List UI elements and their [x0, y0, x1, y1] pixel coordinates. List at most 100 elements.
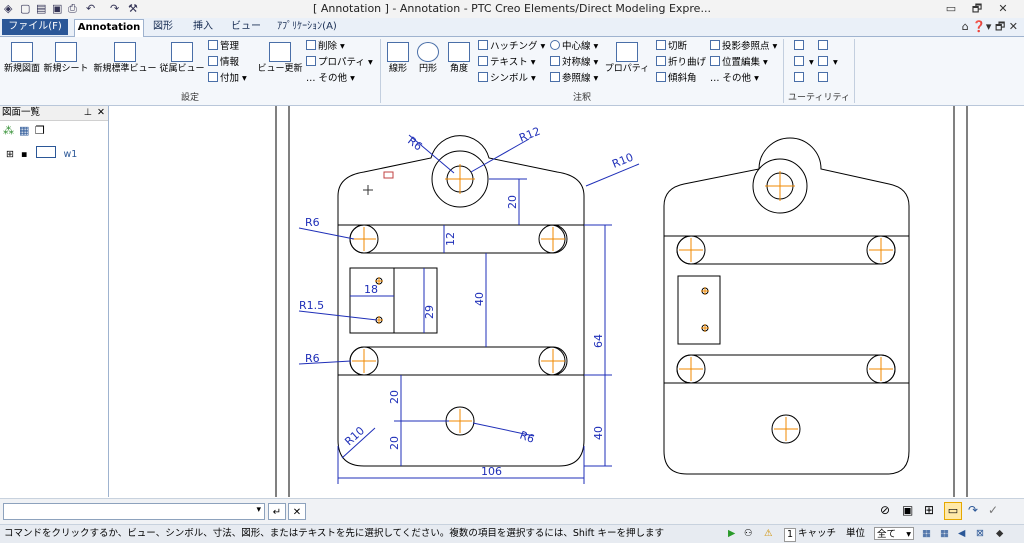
minimize-button[interactable]: ▭ [940, 1, 962, 17]
linear-dim-icon [387, 42, 409, 62]
catch-button[interactable]: キャッチ [798, 525, 836, 543]
restore-button[interactable]: 🗗 [966, 1, 988, 17]
sheet-view-icon[interactable]: ▦ [19, 124, 29, 137]
dim-106[interactable]: 106 [481, 465, 502, 478]
play-icon[interactable]: ▶ [728, 525, 735, 543]
tab-application[interactable]: ｱﾌﾟﾘｹｰｼｮﾝ(A) [272, 19, 342, 35]
main-view[interactable] [337, 135, 585, 467]
color-button[interactable]: ▾ [794, 56, 814, 70]
toggle-icon-a[interactable]: ▦ [922, 525, 931, 543]
chevron-down-icon[interactable]: ▾ [256, 505, 261, 515]
dim-r6-bottom[interactable]: R6 [518, 429, 536, 446]
measure-circle-icon[interactable]: ⊘ [880, 503, 890, 517]
cut-button[interactable]: 切断 [656, 40, 687, 54]
delete-button[interactable]: 削除 ▾ [306, 40, 345, 54]
dim-40-right[interactable]: 40 [592, 426, 605, 440]
property-button[interactable]: プロパティ ▾ [306, 56, 373, 70]
other-settings-button[interactable]: … その他 ▾ [306, 72, 355, 86]
info-button[interactable]: 情報 [208, 56, 239, 70]
layout-icon[interactable]: ⊞ [924, 503, 934, 517]
dim-r10-top[interactable]: R10 [610, 151, 635, 171]
new-drawing-button[interactable]: 新規図面 [2, 40, 42, 90]
dim-r6-left[interactable]: R6 [305, 216, 320, 229]
dim-12[interactable]: 12 [444, 232, 457, 246]
new-standard-view-button[interactable]: 新規標準ビュー [92, 40, 158, 90]
dim-40-mid[interactable]: 40 [473, 292, 486, 306]
dim-20-a[interactable]: 20 [388, 390, 401, 404]
title-bar: ◈ ▢ ▤ ▣ ⎙ ↶ ↷ ⚒ [ Annotation ] - Annotat… [0, 0, 1024, 19]
chevron-down-icon: ▾ [906, 529, 911, 540]
dim-r1-5[interactable]: R1.5 [299, 299, 324, 312]
check-icon[interactable]: ✓ [988, 503, 998, 517]
view-update-button[interactable]: ビュー更新 [256, 40, 304, 90]
close-panel-icon[interactable]: ✕ [97, 106, 105, 120]
manage-button[interactable]: 管理 [208, 40, 239, 54]
centerline-button[interactable]: 中心線 ▾ [550, 40, 598, 54]
angle-dim-button[interactable]: 角度 [444, 40, 474, 90]
warning-icon[interactable]: ⚠ [764, 525, 773, 543]
linear-dim-button[interactable]: 線形 [384, 40, 412, 90]
view-tool-icon[interactable]: ▣ [902, 503, 913, 517]
dim-r12[interactable]: R12 [517, 125, 542, 145]
count-field[interactable]: 1 [784, 528, 797, 542]
select-arrow-button[interactable] [794, 40, 806, 54]
hatching-button[interactable]: ハッチング ▾ [478, 40, 545, 54]
new-sheet-button[interactable]: 新規シート [42, 40, 90, 90]
unit-label: 単位 [846, 528, 866, 539]
inclined-icon [656, 72, 666, 82]
prev-icon[interactable]: ◀ [958, 525, 965, 543]
enter-button[interactable]: ↵ [268, 503, 286, 520]
projection-ref-button[interactable]: 投影参照点 ▾ [710, 40, 777, 54]
window-mode-icon[interactable]: ▭ [944, 502, 962, 520]
measure-button[interactable] [818, 40, 830, 54]
tab-annotation[interactable]: Annotation [74, 19, 144, 37]
bike-icon[interactable]: ⚇ [744, 525, 753, 543]
dim-r6-top[interactable]: R6 [405, 134, 425, 153]
symmetric-button[interactable]: 対称線 ▾ [550, 56, 598, 70]
grid-button[interactable] [818, 72, 830, 86]
dim-18[interactable]: 18 [364, 283, 378, 296]
text-button[interactable]: テキスト ▾ [478, 56, 536, 70]
zoom-icon[interactable]: ⊠ [976, 525, 984, 543]
symbol-button[interactable]: シンボル ▾ [478, 72, 536, 86]
toggle-icon-b[interactable]: ▦ [940, 525, 949, 543]
fold-button[interactable]: 折り曲げ [656, 56, 706, 70]
dim-20-top[interactable]: 20 [506, 195, 519, 209]
filter-select[interactable]: 全て ▾ [874, 527, 914, 540]
pin-icon[interactable]: ⊥ [84, 106, 92, 120]
drawing-canvas[interactable]: R6 R12 R10 R6 R1.5 R6 R10 R6 20 12 18 29… [109, 106, 1024, 497]
attach-button[interactable]: 付加 ▾ [208, 72, 247, 86]
nav-arrows-icon[interactable]: ◆ [996, 525, 1003, 543]
tree-item-w1[interactable]: w1 [64, 149, 78, 160]
tab-view[interactable]: ビュー [226, 19, 266, 35]
new-sheet-icon [55, 42, 77, 62]
hatching-icon [478, 40, 488, 50]
copy-view-icon[interactable]: ❐ [35, 124, 45, 137]
inclined-button[interactable]: 傾斜角 [656, 72, 697, 86]
center-marks-2 [679, 171, 893, 441]
expand-icon[interactable]: ⊞ [6, 149, 14, 160]
close-button[interactable]: ✕ [992, 1, 1014, 17]
tab-shape[interactable]: 図形 [146, 19, 180, 35]
curve-icon[interactable]: ↷ [968, 503, 978, 517]
circle-dim-button[interactable]: 円形 [414, 40, 442, 90]
tab-insert[interactable]: 挿入 [186, 19, 220, 35]
help-controls[interactable]: ⌂ ❓▾ 🗗 ✕ [962, 19, 1018, 35]
dim-29[interactable]: 29 [423, 305, 436, 319]
cancel-command-button[interactable]: ✕ [288, 503, 306, 520]
other-annotation-button[interactable]: … その他 ▾ [710, 72, 759, 86]
drawing-tree: ⊞ ▪ w1 [6, 146, 77, 160]
dim-20-b[interactable]: 20 [388, 436, 401, 450]
sub-view-button[interactable]: 従属ビュー [158, 40, 206, 90]
dim-64[interactable]: 64 [592, 334, 605, 348]
properties-button[interactable]: プロパティ [604, 40, 650, 90]
snap-button[interactable] [794, 72, 806, 86]
position-edit-button[interactable]: 位置編集 ▾ [710, 56, 768, 70]
dim-r10-bottom[interactable]: R10 [342, 424, 367, 448]
tree-structure-icon[interactable]: ⁂ [3, 124, 14, 137]
reference-button[interactable]: 参照線 ▾ [550, 72, 598, 86]
tab-file[interactable]: ファイル(F) [2, 19, 68, 35]
command-input[interactable]: ▾ [3, 503, 265, 520]
layer-button[interactable]: ▾ [818, 56, 838, 70]
dim-r6-left-2[interactable]: R6 [305, 352, 320, 365]
